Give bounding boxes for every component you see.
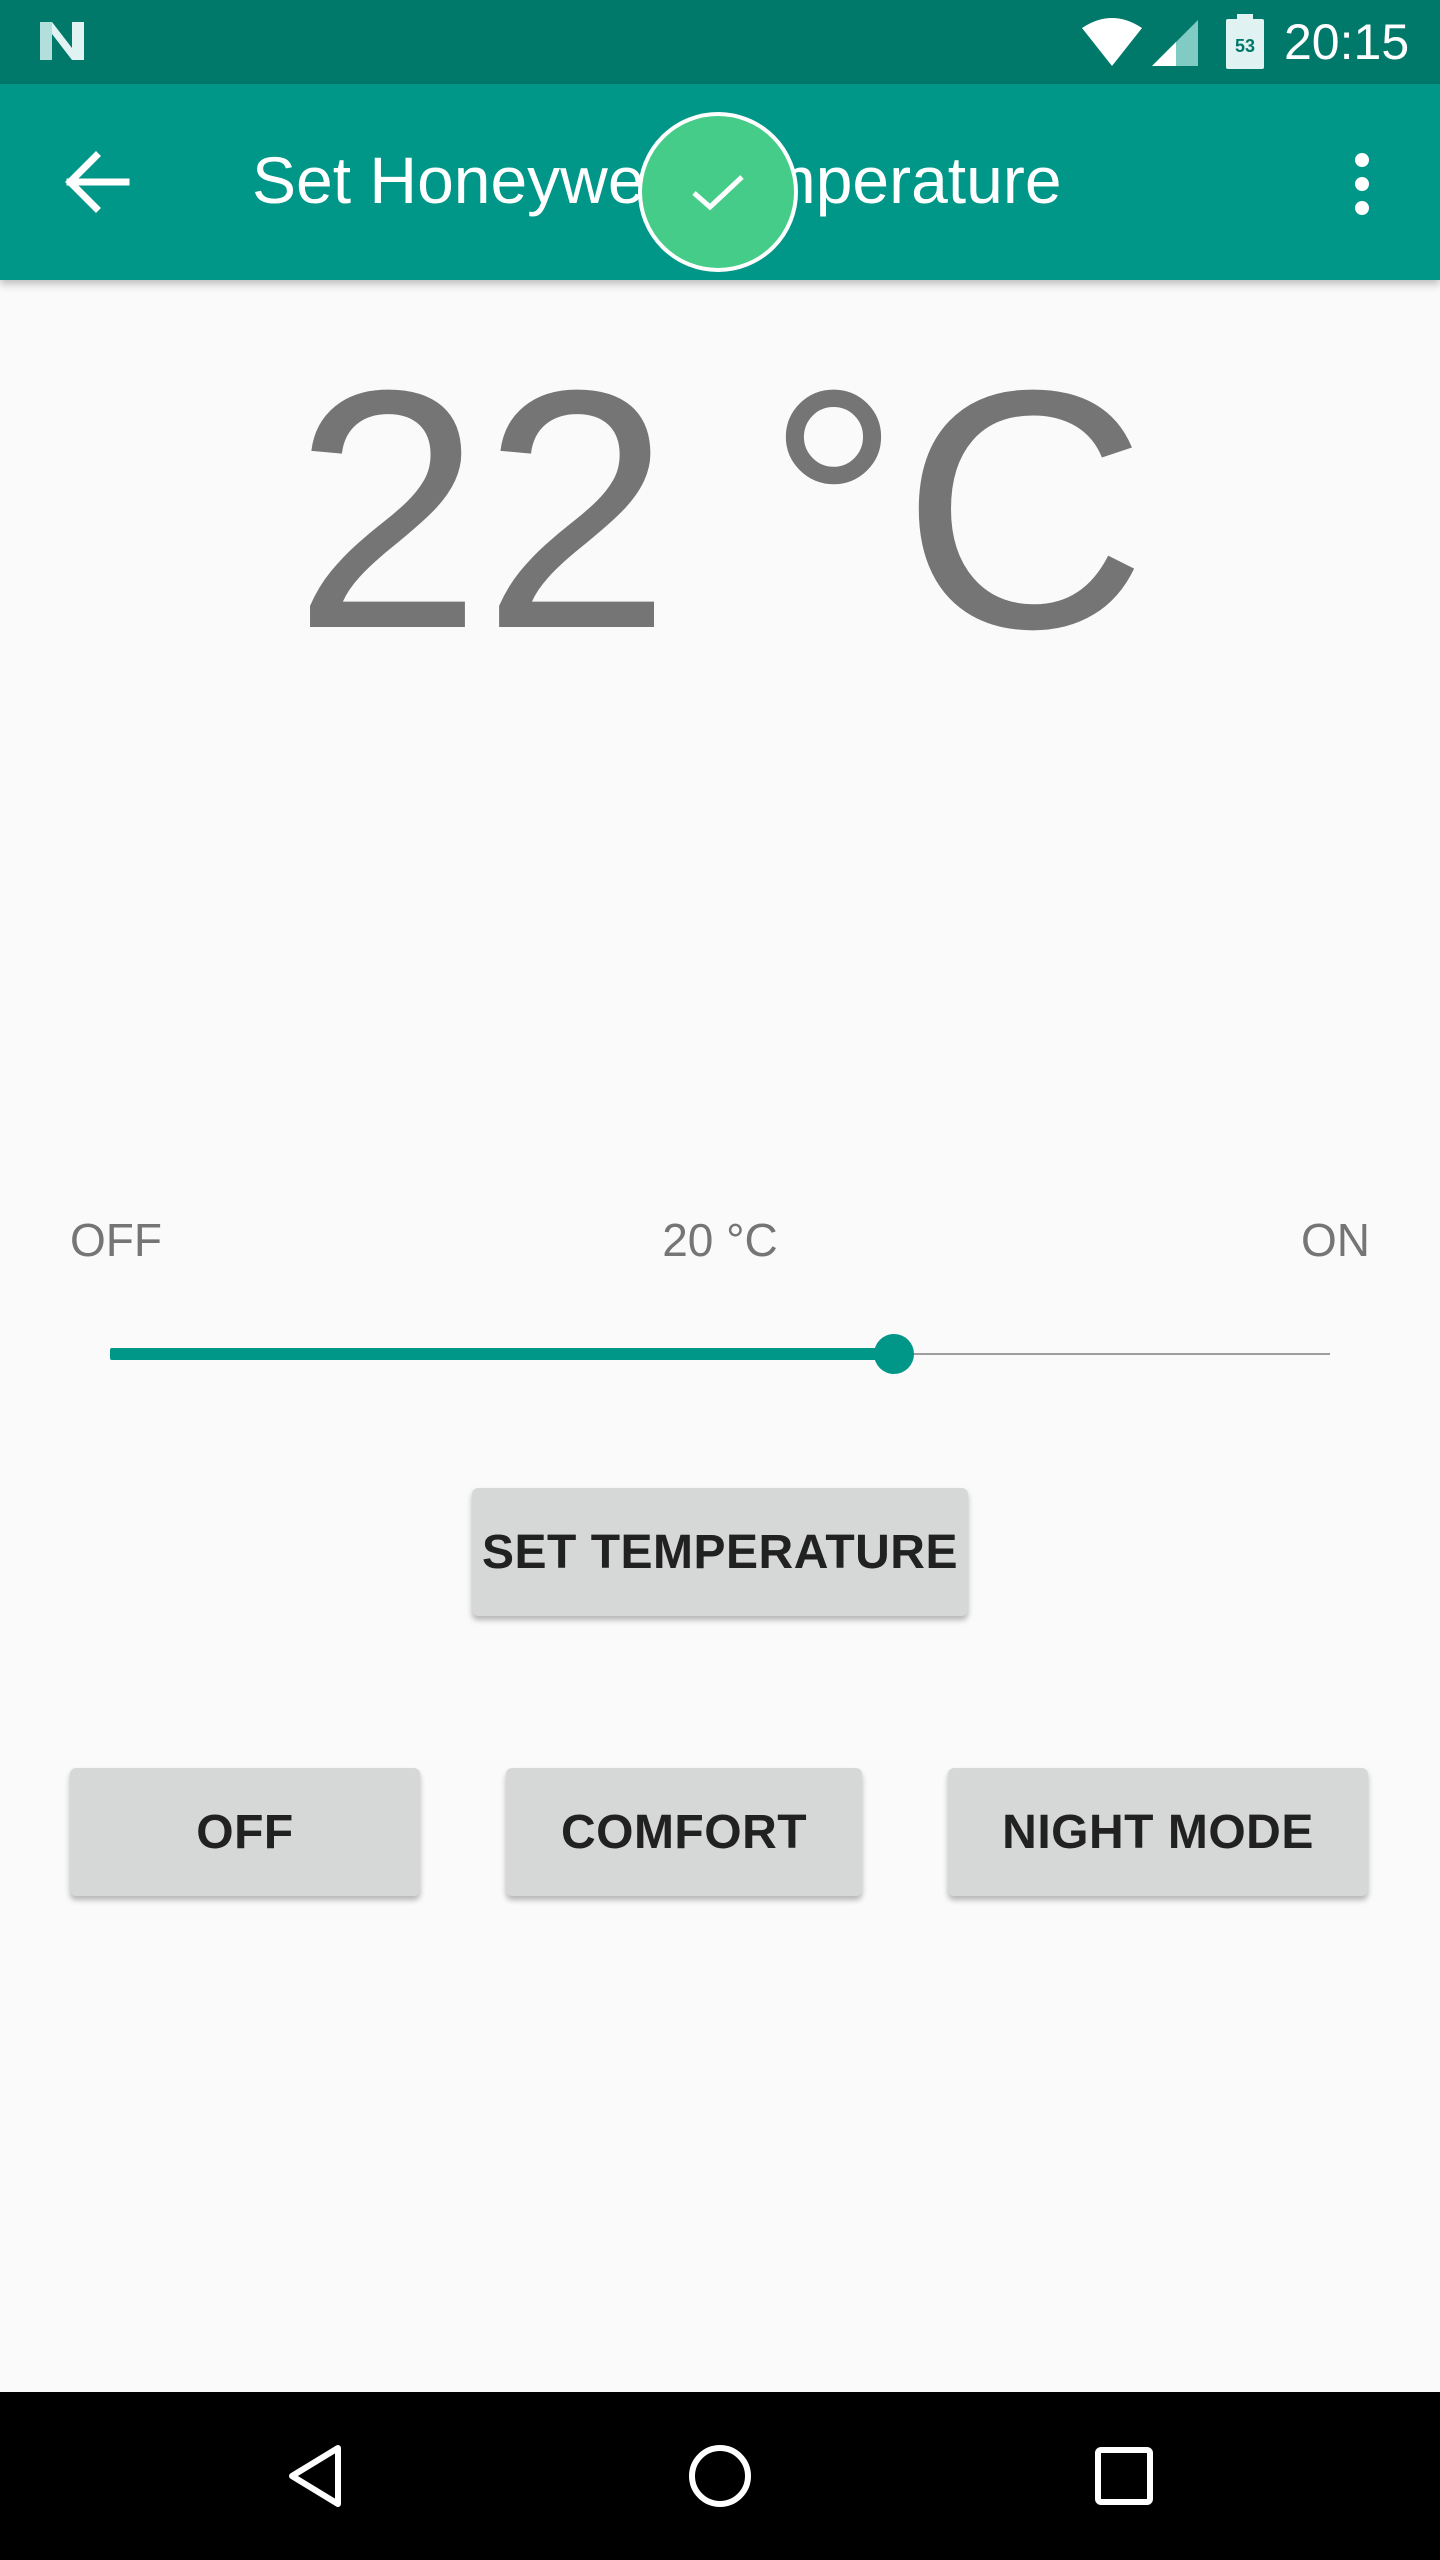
current-temperature: 22 °C	[292, 320, 1148, 700]
mode-night-button[interactable]: NIGHT MODE	[948, 1768, 1368, 1896]
temperature-slider[interactable]	[110, 1326, 1330, 1382]
home-circle-icon[interactable]	[676, 2432, 764, 2520]
mode-off-button[interactable]: OFF	[70, 1768, 420, 1896]
status-bar: 53 20:15	[0, 0, 1440, 84]
slider-value-label: 20 °C	[662, 1214, 778, 1266]
mode-comfort-button[interactable]: COMFORT	[506, 1768, 862, 1896]
set-temperature-button[interactable]: SET TEMPERATURE	[472, 1488, 968, 1616]
arrow-back-icon[interactable]	[56, 146, 136, 218]
status-clock: 20:15	[1284, 14, 1410, 70]
navigation-bar	[0, 2392, 1440, 2560]
wifi-icon	[1082, 18, 1142, 66]
check-icon	[692, 175, 744, 211]
cell-signal-icon	[1152, 20, 1198, 66]
recents-square-icon[interactable]	[1080, 2432, 1168, 2520]
more-vert-icon[interactable]	[1336, 148, 1388, 220]
n-logo-icon	[40, 22, 84, 60]
back-triangle-icon[interactable]	[272, 2432, 360, 2520]
slider-thumb[interactable]	[874, 1334, 915, 1374]
success-toast	[638, 112, 798, 272]
slider-max-label: ON	[1301, 1214, 1370, 1266]
battery-level-text: 53	[1234, 36, 1256, 56]
slider-fill	[110, 1348, 895, 1360]
